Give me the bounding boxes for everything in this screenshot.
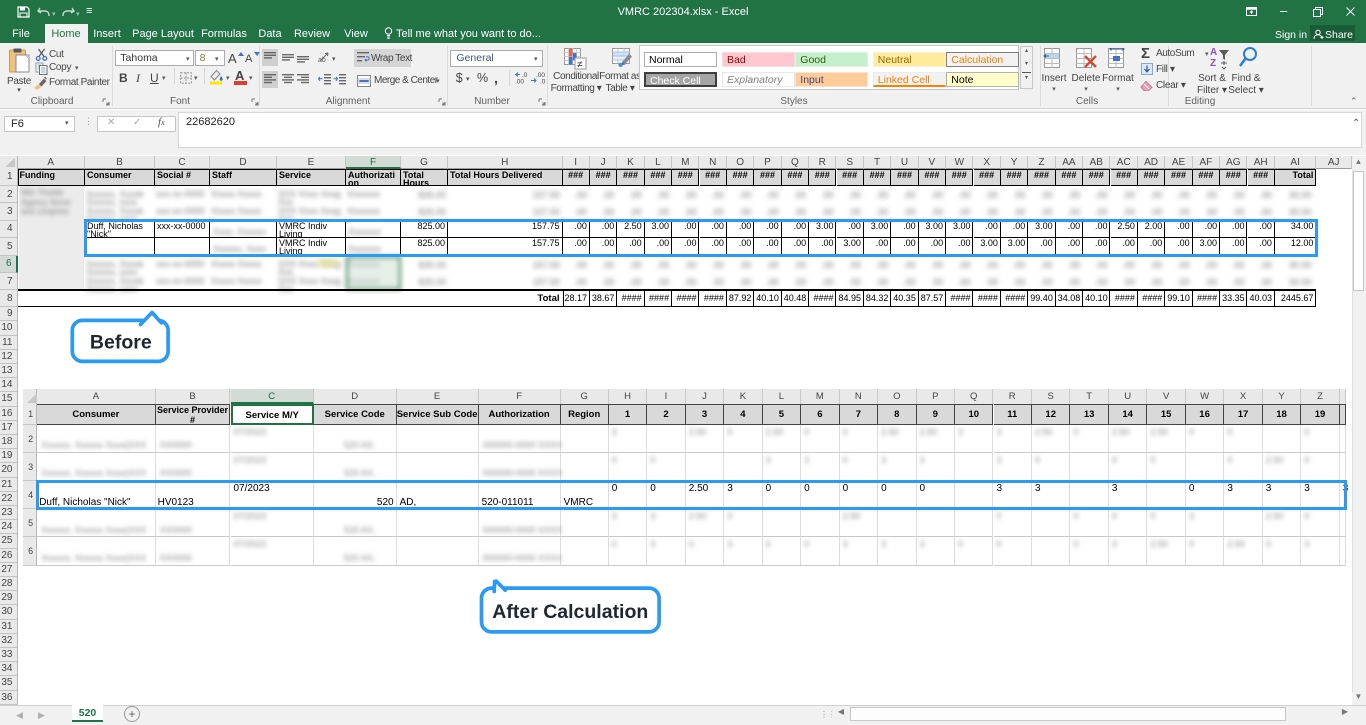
svg-text:Before: Before bbox=[90, 332, 152, 354]
svg-text:ab: ab bbox=[318, 57, 326, 63]
svg-text:A: A bbox=[1210, 47, 1217, 58]
svg-text:.00: .00 bbox=[515, 79, 524, 85]
svg-text:≠: ≠ bbox=[577, 59, 583, 70]
svg-text:After Calculation: After Calculation bbox=[492, 601, 648, 623]
svg-text:Z: Z bbox=[1210, 58, 1216, 69]
